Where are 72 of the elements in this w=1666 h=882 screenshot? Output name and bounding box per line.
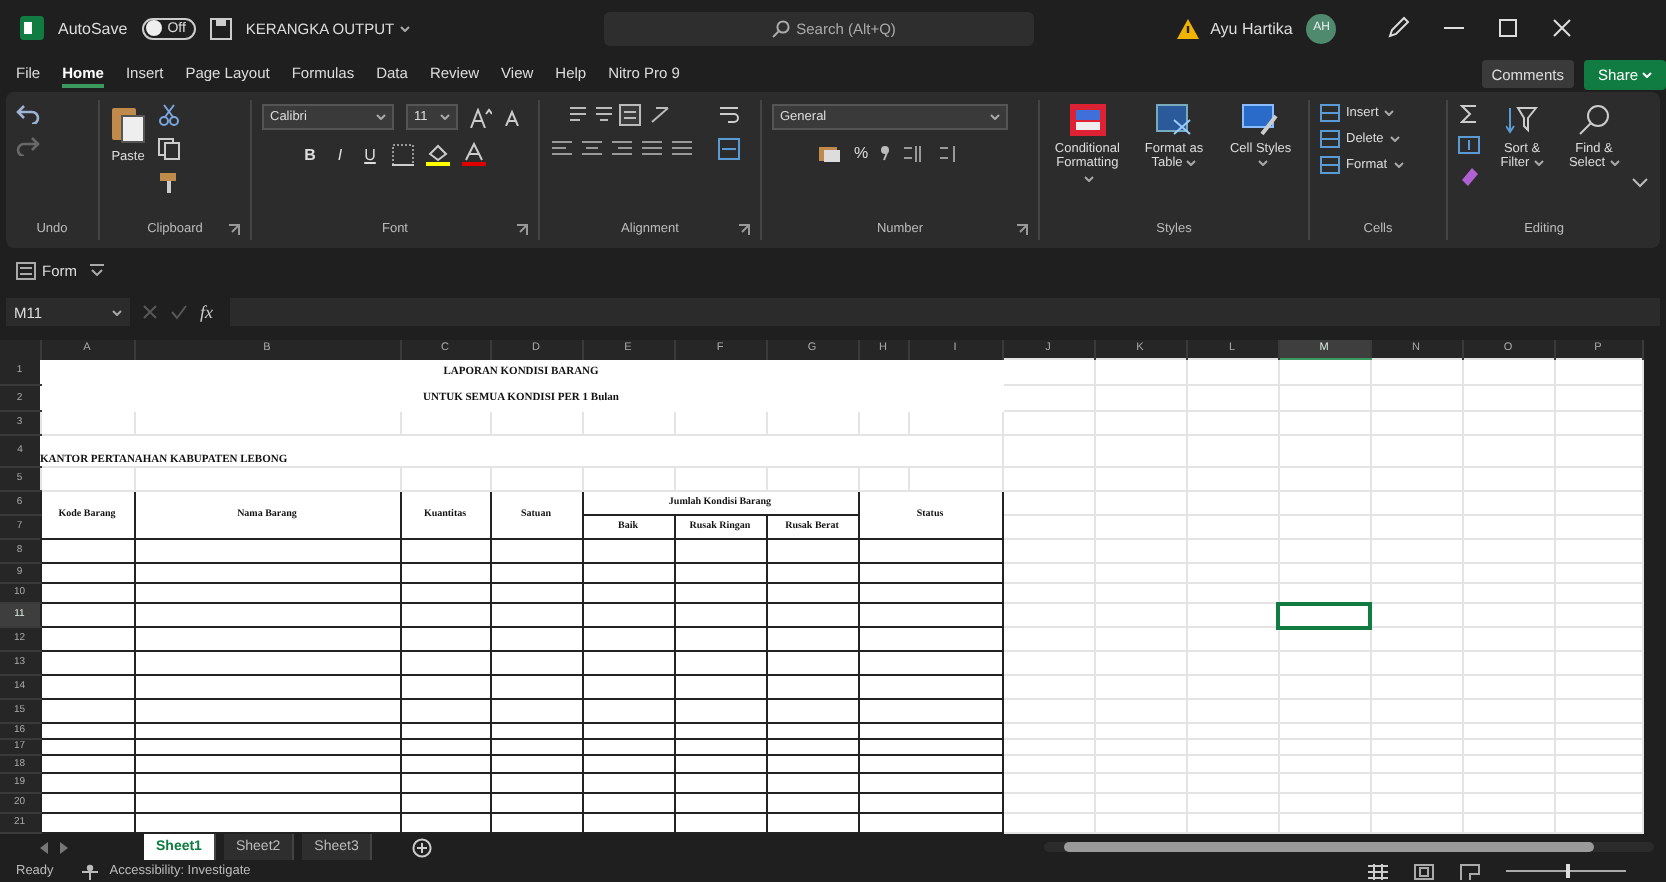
caret-icon	[1186, 160, 1197, 167]
format-cells-icon	[1320, 156, 1340, 174]
caret-icon	[376, 114, 386, 120]
customize-toolbar-icon[interactable]	[89, 264, 103, 276]
cell-style-icon	[1242, 104, 1279, 136]
warning-icon[interactable]	[1176, 17, 1201, 39]
font-style-button[interactable]: B	[301, 145, 319, 163]
caret-icon	[1389, 136, 1400, 142]
brush-icon[interactable]	[158, 172, 180, 194]
copy-icon[interactable]	[158, 138, 180, 160]
autosave-label: AutoSave	[58, 19, 128, 37]
caret-icon	[1609, 160, 1620, 167]
caret-icon	[1257, 160, 1268, 167]
normal-view-icon[interactable]	[1368, 863, 1388, 879]
caret-icon	[990, 114, 1000, 120]
font-style-button[interactable]: I	[331, 145, 349, 163]
shrink-font-icon[interactable]	[504, 108, 524, 126]
dialog-launcher-icon[interactable]	[516, 223, 528, 235]
insert-cells-icon	[1320, 104, 1340, 122]
undo-icon[interactable]	[16, 104, 40, 124]
sort-filter-icon	[1506, 104, 1538, 136]
borders-icon[interactable]	[391, 143, 413, 165]
scissors-icon[interactable]	[158, 104, 180, 126]
merge-icon[interactable]	[718, 138, 740, 160]
selected-cell[interactable]	[1278, 603, 1370, 627]
fill-color-icon[interactable]	[425, 142, 449, 166]
grow-font-icon[interactable]	[470, 107, 492, 127]
caret-icon[interactable]	[400, 25, 411, 31]
form-icon	[16, 261, 36, 279]
fill-down-icon[interactable]	[1458, 136, 1480, 154]
check-icon	[170, 304, 188, 320]
font-color-icon[interactable]	[461, 142, 485, 166]
app-logo-icon	[20, 16, 44, 40]
caret-icon	[1533, 160, 1544, 167]
autosum-icon[interactable]	[1460, 104, 1478, 124]
percent-button[interactable]: %	[853, 144, 869, 162]
accessibility-icon	[79, 863, 100, 879]
eraser-icon[interactable]	[1459, 166, 1479, 186]
insert-function-button[interactable]: fx	[200, 302, 213, 322]
close-icon[interactable]	[1552, 18, 1573, 38]
cancel-icon	[142, 304, 158, 320]
next-sheet-icon[interactable]	[58, 841, 68, 853]
page-break-icon[interactable]	[1460, 863, 1480, 879]
caret-icon	[1384, 110, 1395, 116]
save-icon[interactable]	[209, 17, 232, 39]
caret-icon	[112, 309, 122, 315]
caret-icon	[1084, 175, 1095, 182]
caret-icon	[1642, 72, 1652, 79]
comma-style-icon[interactable]	[880, 144, 891, 162]
user-name[interactable]: Ayu Hartika	[1210, 19, 1293, 37]
clipboard-icon	[110, 104, 146, 144]
add-sheet-icon[interactable]	[412, 837, 433, 857]
pen-icon[interactable]	[1386, 16, 1411, 40]
increase-decimal-icon[interactable]	[902, 143, 927, 163]
maximize-icon[interactable]	[1498, 18, 1519, 38]
dialog-launcher-icon[interactable]	[1016, 223, 1028, 235]
font-style-button[interactable]: U	[361, 145, 379, 163]
redo-icon[interactable]	[16, 136, 40, 156]
accounting-icon[interactable]	[817, 142, 842, 164]
delete-cells-icon	[1320, 130, 1340, 148]
caret-icon	[440, 114, 450, 120]
wrap-text-icon[interactable]	[718, 104, 740, 126]
conditional-grid-icon	[1069, 104, 1106, 136]
table-icon	[1155, 104, 1192, 136]
horizontal-scrollbar[interactable]	[1044, 842, 1654, 852]
dialog-launcher-icon[interactable]	[738, 223, 750, 235]
collapse-ribbon-icon[interactable]	[1632, 178, 1648, 188]
page-layout-icon[interactable]	[1414, 863, 1434, 879]
caret-icon	[1393, 162, 1404, 168]
search-icon	[1578, 104, 1610, 136]
dialog-launcher-icon[interactable]	[228, 223, 240, 235]
previous-sheet-icon[interactable]	[40, 841, 50, 853]
